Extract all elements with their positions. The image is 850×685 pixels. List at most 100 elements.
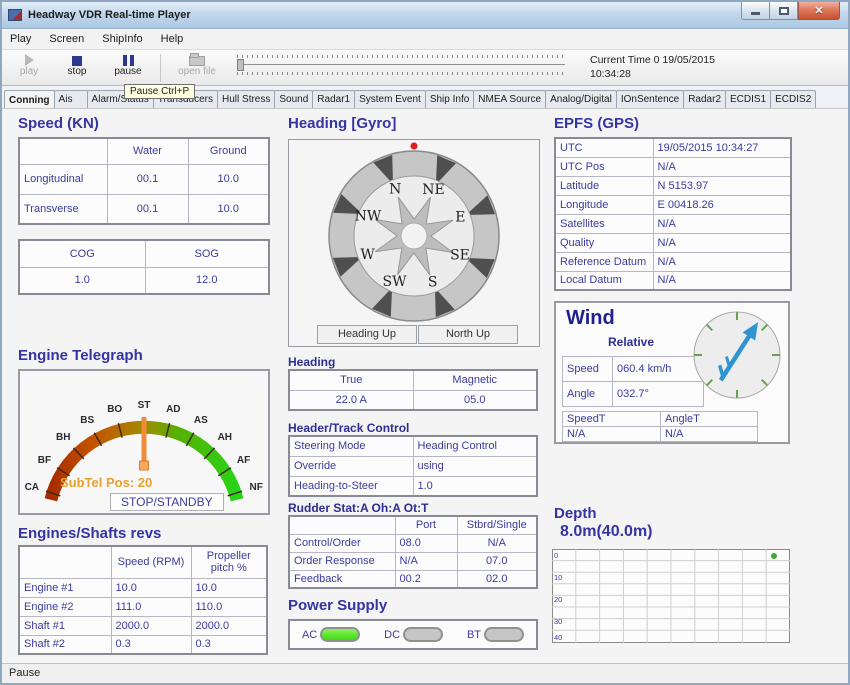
- svg-text:0: 0: [554, 551, 558, 560]
- pause-button[interactable]: pause: [105, 52, 151, 84]
- tab-ecdis2[interactable]: ECDIS2: [770, 90, 816, 108]
- play-button[interactable]: play: [6, 52, 52, 84]
- svg-text:BH: BH: [56, 432, 70, 443]
- svg-text:AS: AS: [194, 415, 208, 426]
- minimize-button[interactable]: [741, 2, 770, 20]
- table-row: LongitudeE 00418.26: [555, 195, 791, 214]
- svg-text:ST: ST: [138, 400, 151, 411]
- bt-indicator-icon: [484, 627, 524, 642]
- table-row: 1.0 12.0: [19, 267, 269, 294]
- title-bar: Headway VDR Real-time Player ✕: [2, 2, 848, 29]
- power-supply-panel: AC DC BT: [288, 619, 538, 650]
- svg-text:AD: AD: [166, 404, 180, 415]
- dc-indicator-icon: [403, 627, 443, 642]
- table-row: Engine #1 10.0 10.0: [19, 578, 267, 597]
- tab-sound[interactable]: Sound: [274, 90, 313, 108]
- compass-rose: N NE E SE S SW W NW: [289, 140, 539, 324]
- table-row: Order Response N/A 07.0: [289, 552, 537, 570]
- table-row: Reference DatumN/A: [555, 252, 791, 271]
- close-icon: ✕: [814, 4, 823, 17]
- svg-text:20: 20: [554, 595, 562, 604]
- depth-title: Depth: [554, 505, 597, 522]
- power-dc: DC: [384, 627, 443, 642]
- table-row: 22.0 A 05.0: [289, 390, 537, 410]
- table-row: Longitudinal 00.1 10.0: [19, 164, 269, 194]
- engines-shafts-title: Engines/Shafts revs: [18, 525, 161, 542]
- playback-slider[interactable]: [237, 55, 567, 81]
- tab-nmea-source[interactable]: NMEA Source: [473, 90, 546, 108]
- speed-table: Water Ground Longitudinal 00.1 10.0 Tran…: [18, 137, 270, 225]
- epfs-table: UTC19/05/2015 10:34:27 UTC PosN/A Latitu…: [554, 137, 792, 291]
- tab-ais[interactable]: Ais: [54, 90, 88, 108]
- app-window: Headway VDR Real-time Player ✕ Play Scre…: [0, 0, 850, 685]
- power-supply-title: Power Supply: [288, 597, 387, 614]
- depth-value: 8.0m(40.0m): [560, 523, 653, 541]
- wind-title: Wind: [566, 307, 615, 330]
- tab-ionsentence[interactable]: IOnSentence: [616, 90, 684, 108]
- telegraph-status-button[interactable]: STOP/STANDBY: [110, 493, 224, 511]
- svg-text:SW: SW: [383, 274, 408, 290]
- stop-button[interactable]: stop: [54, 52, 100, 84]
- svg-text:W: W: [360, 247, 375, 263]
- pause-icon: [123, 55, 134, 66]
- pause-tooltip: Pause Ctrl+P: [124, 84, 195, 99]
- power-ac: AC: [302, 627, 360, 642]
- tab-hull-stress[interactable]: Hull Stress: [217, 90, 275, 108]
- engine-telegraph-panel: CA BF BH BS BO ST AD AS AH AF NF SubTe: [18, 369, 270, 515]
- engine-telegraph-gauge: CA BF BH BS BO ST AD AS AH AF NF: [20, 371, 268, 513]
- svg-text:S: S: [428, 274, 438, 290]
- heading-up-button[interactable]: Heading Up: [317, 325, 417, 344]
- toolbar-separator: [160, 54, 161, 82]
- tab-ecdis1[interactable]: ECDIS1: [725, 90, 771, 108]
- table-row: SpeedT AngleT: [563, 412, 758, 427]
- power-bt: BT: [467, 627, 524, 642]
- tab-analog-digital[interactable]: Analog/Digital: [545, 90, 617, 108]
- tab-system-event[interactable]: System Event: [354, 90, 426, 108]
- heading-title: Heading: [288, 355, 335, 369]
- heading-marker-icon: [411, 143, 418, 150]
- tab-ship-info[interactable]: Ship Info: [425, 90, 474, 108]
- open-file-icon: [189, 56, 205, 66]
- north-up-button[interactable]: North Up: [418, 325, 518, 344]
- open-file-button[interactable]: open file: [168, 52, 226, 84]
- svg-text:AH: AH: [218, 432, 232, 443]
- table-row: Override using: [289, 456, 537, 476]
- tab-radar1[interactable]: Radar1: [312, 90, 355, 108]
- table-row: Angle 032.7°: [563, 382, 704, 407]
- svg-text:SE: SE: [450, 248, 470, 264]
- table-row: Heading-to-Steer 1.0: [289, 476, 537, 496]
- svg-text:30: 30: [554, 617, 562, 626]
- close-button[interactable]: ✕: [798, 2, 840, 20]
- svg-text:N: N: [389, 182, 401, 198]
- menu-bar: Play Screen ShipInfo Help: [2, 29, 848, 50]
- table-row: UTC19/05/2015 10:34:27: [555, 138, 791, 157]
- slider-thumb[interactable]: [237, 59, 244, 71]
- wind-panel: Wind Relative Speed 060.4 km/h Angle 032…: [554, 301, 790, 444]
- menu-play[interactable]: Play: [10, 33, 31, 45]
- table-row: QualityN/A: [555, 233, 791, 252]
- table-row: Feedback 00.2 02.0: [289, 570, 537, 588]
- tab-conning[interactable]: Conning: [4, 90, 55, 109]
- app-icon: [8, 9, 22, 21]
- maximize-button[interactable]: [770, 2, 798, 20]
- tab-radar2[interactable]: Radar2: [683, 90, 726, 108]
- table-row: Engine #2 111.0 110.0: [19, 597, 267, 616]
- engines-shafts-table: Speed (RPM) Propeller pitch % Engine #1 …: [18, 545, 268, 655]
- menu-help[interactable]: Help: [161, 33, 184, 45]
- table-row: Local DatumN/A: [555, 271, 791, 290]
- svg-text:NF: NF: [250, 482, 263, 493]
- status-text: Pause: [9, 667, 40, 679]
- svg-text:10: 10: [554, 573, 562, 582]
- depth-datapoint-icon: [771, 553, 777, 559]
- heading-table: True Magnetic 22.0 A 05.0: [288, 369, 538, 411]
- play-icon: [25, 54, 34, 66]
- menu-screen[interactable]: Screen: [49, 33, 84, 45]
- rudder-table: Port Stbrd/Single Control/Order 08.0 N/A…: [288, 515, 538, 589]
- stop-icon: [72, 56, 82, 66]
- menu-shipinfo[interactable]: ShipInfo: [102, 33, 142, 45]
- table-row: UTC PosN/A: [555, 157, 791, 176]
- slider-track[interactable]: [243, 64, 565, 65]
- window-title: Headway VDR Real-time Player: [28, 9, 191, 21]
- status-bar: Pause: [2, 663, 848, 683]
- wind-relative-table: Speed 060.4 km/h Angle 032.7°: [562, 356, 704, 407]
